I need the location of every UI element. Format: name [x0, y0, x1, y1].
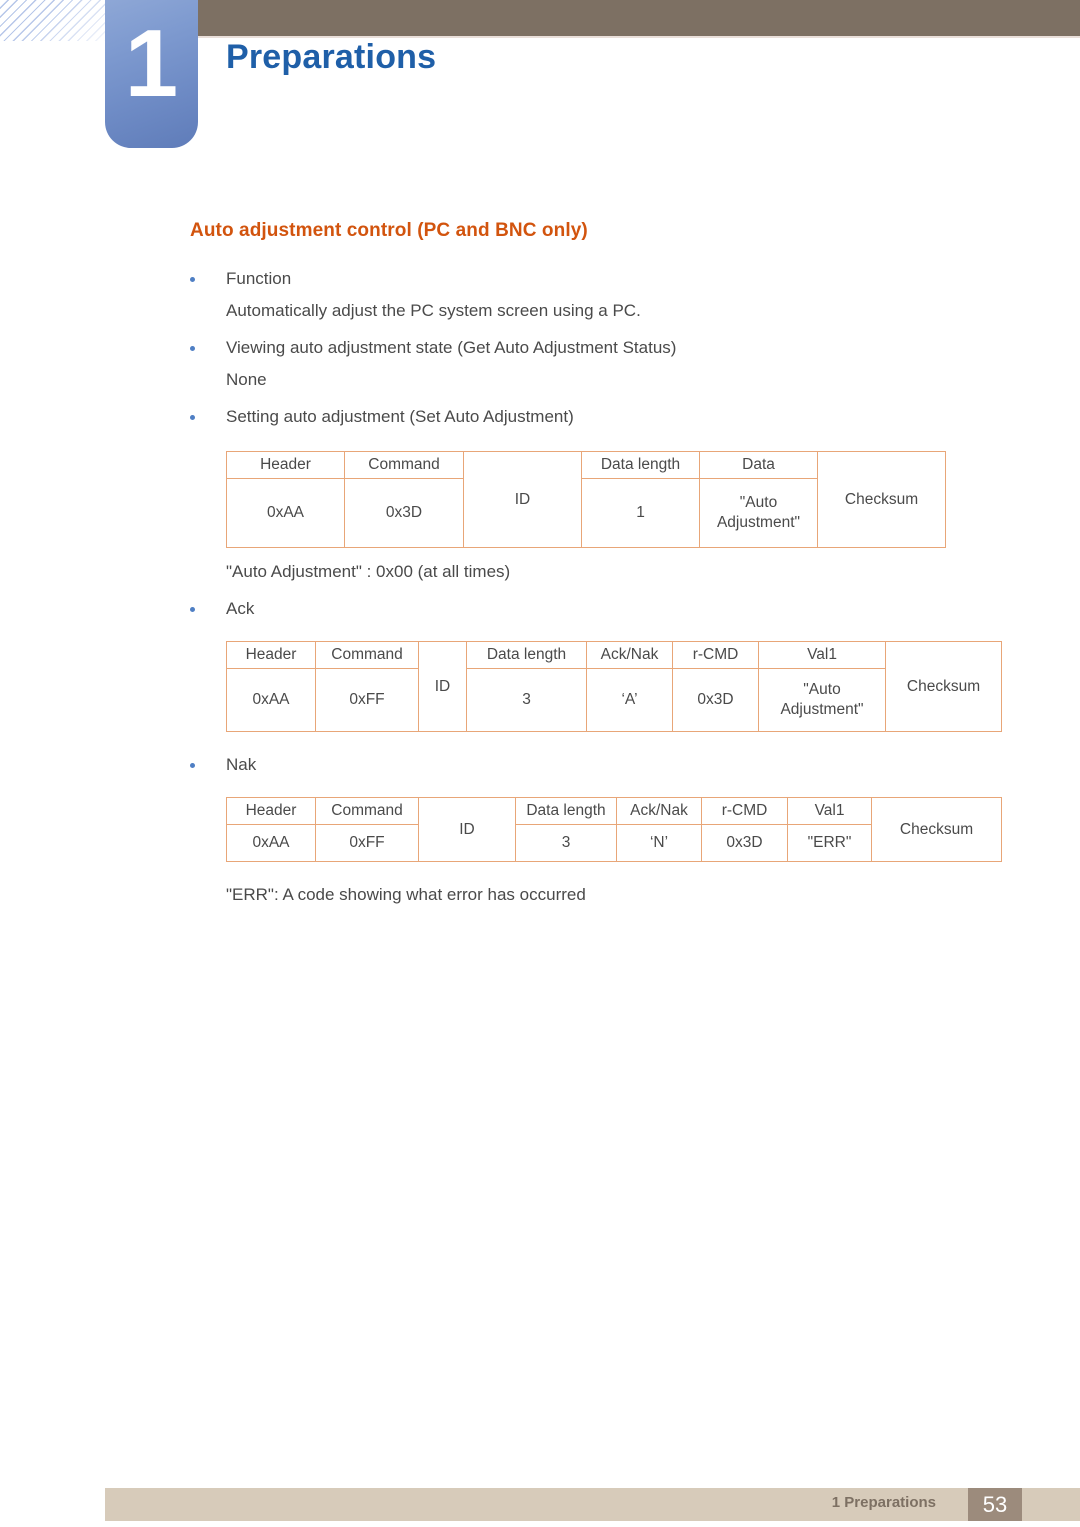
- cell-header-data: Data: [699, 450, 818, 480]
- bullet-label: Viewing auto adjustment state (Get Auto …: [226, 338, 677, 357]
- cell-header-command: Command: [315, 640, 419, 670]
- chapter-number: 1: [124, 10, 179, 117]
- cell-value-data-length: 3: [466, 668, 587, 733]
- section-heading: Auto adjustment control (PC and BNC only…: [190, 220, 588, 241]
- cell-id: ID: [418, 640, 467, 733]
- cell-checksum: Checksum: [885, 640, 1002, 733]
- cell-value-data-length: 3: [515, 824, 617, 863]
- cell-checksum: Checksum: [871, 796, 1002, 863]
- bullet-dot-icon: [190, 346, 195, 351]
- table-row: Header Command ID Data length Ack/Nak r-…: [226, 640, 1002, 733]
- cell-value-r-cmd: 0x3D: [701, 824, 788, 863]
- bullet-dot-icon: [190, 607, 195, 612]
- page-title: Preparations: [226, 38, 437, 76]
- table-set-auto-adjustment: Header Command ID Data length Data Check…: [226, 450, 946, 549]
- cell-header-r-cmd: r-CMD: [701, 796, 788, 826]
- cell-header-data-length: Data length: [515, 796, 617, 826]
- header-bar: [198, 0, 1080, 36]
- cell-value-val1: "ERR": [787, 824, 872, 863]
- cell-header-r-cmd: r-CMD: [672, 640, 759, 670]
- bullet-label: Setting auto adjustment (Set Auto Adjust…: [226, 407, 574, 426]
- cell-id: ID: [463, 450, 582, 549]
- cell-header-ack-nak: Ack/Nak: [586, 640, 673, 670]
- footer-chapter-label: 1 Preparations: [831, 1494, 936, 1511]
- cell-id: ID: [418, 796, 516, 863]
- bullet-label: Function: [226, 269, 292, 288]
- cell-header-data-length: Data length: [581, 450, 700, 480]
- page-number: 53: [982, 1492, 1008, 1517]
- cell-value-header: 0xAA: [226, 824, 316, 863]
- table-nak: Header Command ID Data length Ack/Nak r-…: [226, 796, 1002, 863]
- cell-header-header: Header: [226, 450, 345, 480]
- cell-value-data-length: 1: [581, 478, 700, 549]
- bullet-label: Nak: [226, 755, 257, 774]
- chapter-badge: 1: [105, 0, 198, 148]
- viewing-state-value: None: [226, 370, 267, 389]
- table-row: Header Command ID Data length Data Check…: [226, 450, 946, 549]
- cell-value-ack-nak: ‘A’: [586, 668, 673, 733]
- function-description: Automatically adjust the PC system scree…: [226, 301, 641, 320]
- note-auto-adjustment: "Auto Adjustment" : 0x00 (at all times): [226, 562, 511, 581]
- cell-header-header: Header: [226, 640, 316, 670]
- bullet-label: Ack: [226, 599, 255, 618]
- cell-header-command: Command: [344, 450, 464, 480]
- note-err: "ERR": A code showing what error has occ…: [226, 885, 586, 904]
- bullet-dot-icon: [190, 763, 195, 768]
- cell-value-data: "Auto Adjustment": [699, 478, 818, 549]
- footer-page-badge: 53: [968, 1488, 1022, 1521]
- cell-header-header: Header: [226, 796, 316, 826]
- cell-value-ack-nak: ‘N’: [616, 824, 702, 863]
- cell-value-command: 0xFF: [315, 668, 419, 733]
- cell-header-ack-nak: Ack/Nak: [616, 796, 702, 826]
- cell-header-data-length: Data length: [466, 640, 587, 670]
- cell-value-r-cmd: 0x3D: [672, 668, 759, 733]
- table-row: 0xAA 0xFF 3 ‘A’ 0x3D "Auto Adjustment": [226, 668, 1002, 733]
- cell-header-val1: Val1: [787, 796, 872, 826]
- cell-value-command: 0x3D: [344, 478, 464, 549]
- cell-value-val1: "Auto Adjustment": [758, 668, 886, 733]
- cell-header-command: Command: [315, 796, 419, 826]
- cell-value-command: 0xFF: [315, 824, 419, 863]
- cell-header-val1: Val1: [758, 640, 886, 670]
- bullet-dot-icon: [190, 415, 195, 420]
- cell-value-header: 0xAA: [226, 478, 345, 549]
- table-ack: Header Command ID Data length Ack/Nak r-…: [226, 640, 1002, 733]
- decorative-hatch-pattern: [0, 0, 106, 41]
- cell-value-header: 0xAA: [226, 668, 316, 733]
- cell-checksum: Checksum: [817, 450, 946, 549]
- bullet-dot-icon: [190, 277, 195, 282]
- table-row: Header Command ID Data length Ack/Nak r-…: [226, 796, 1002, 863]
